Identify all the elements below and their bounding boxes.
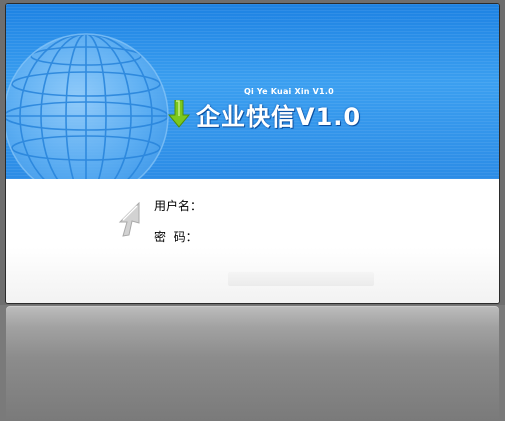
product-title: 企业快信V1.0 [196,103,362,131]
banner: Qi Ye Kuai Xin V1.0 企业快信V1.0 [6,4,499,179]
window-reflection [6,306,499,421]
globe-icon [6,33,169,179]
cursor-arrow-icon [118,202,140,237]
password-label: 密 码： [154,230,198,244]
login-form: 用户名： 密 码： [6,179,499,303]
login-button[interactable] [228,272,374,286]
download-arrow-icon [167,100,191,128]
product-tagline: Qi Ye Kuai Xin V1.0 [244,87,334,96]
login-window: Qi Ye Kuai Xin V1.0 企业快信V1.0 用户名： 密 码： [5,3,500,304]
username-label: 用户名： [154,199,203,213]
password-input[interactable] [211,228,361,244]
username-input[interactable] [211,197,361,213]
